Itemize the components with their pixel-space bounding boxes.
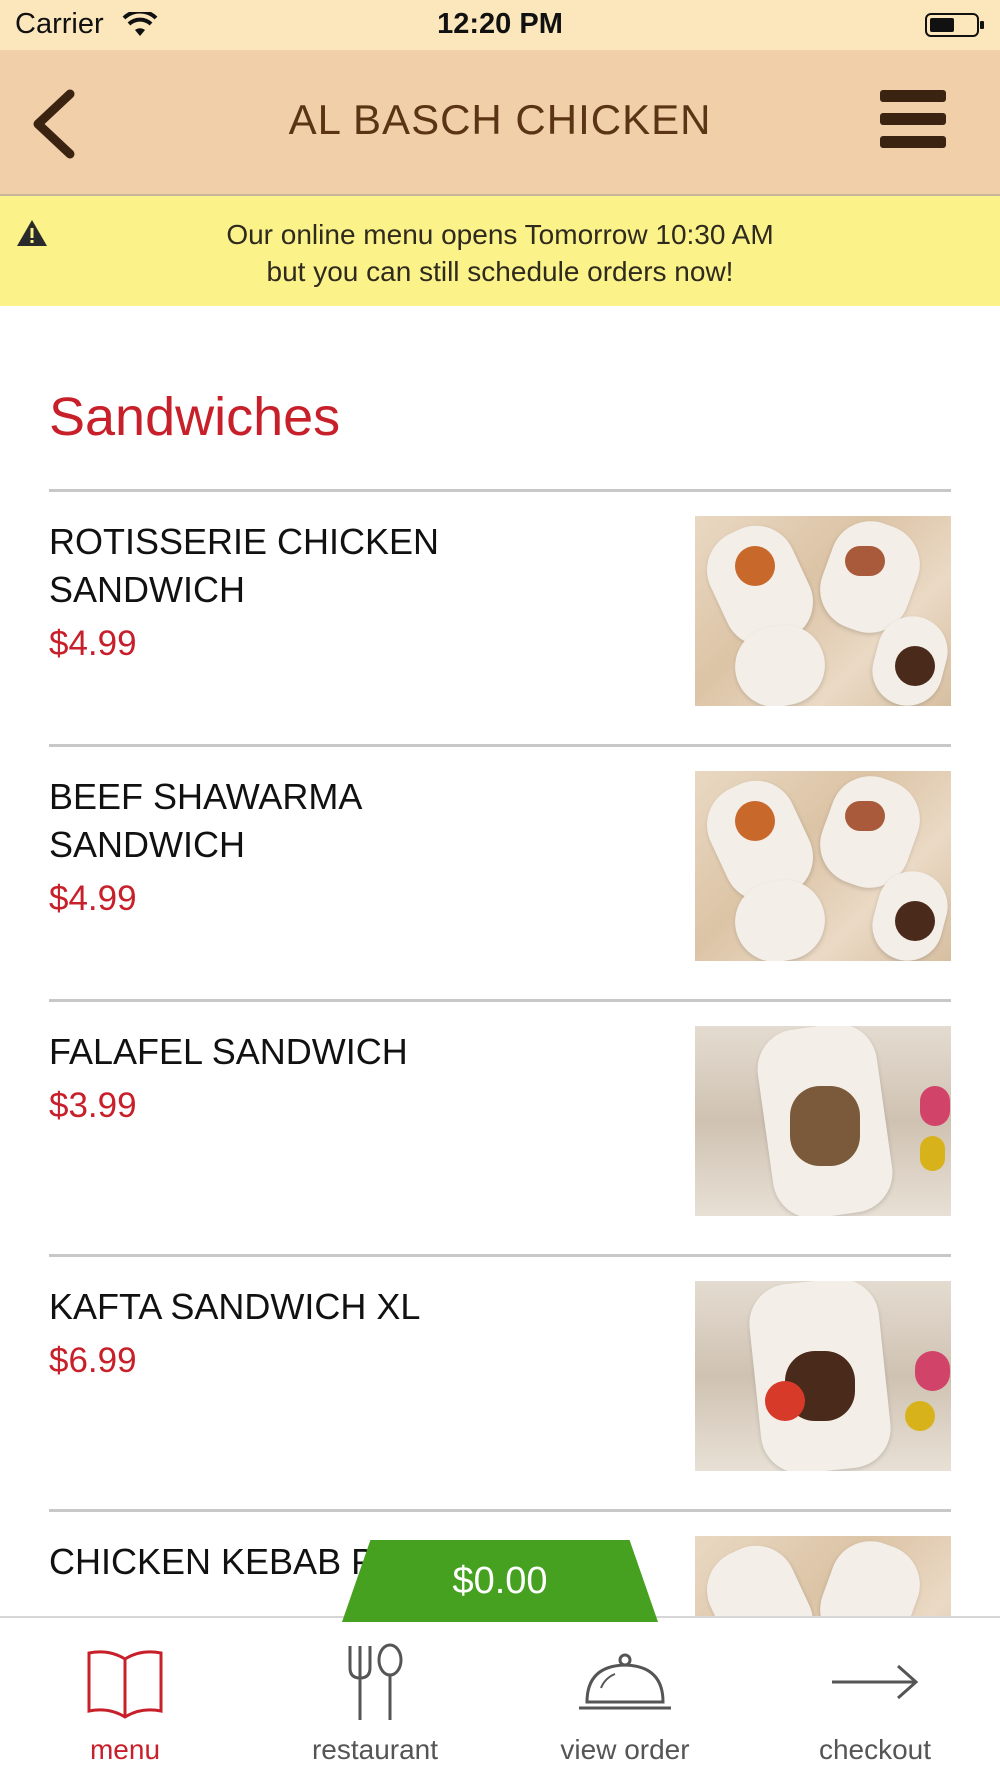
book-icon <box>0 1640 250 1724</box>
notice-line-1: Our online menu opens Tomorrow 10:30 AM <box>226 219 774 250</box>
cart-total-button[interactable]: $0.00 <box>342 1540 658 1622</box>
item-name: BEEF SHAWARMA SANDWICH $4.99 <box>49 773 529 923</box>
battery-icon <box>925 13 984 37</box>
section-title: Sandwiches <box>49 387 341 447</box>
menu-item[interactable]: KAFTA SANDWICH XL $6.99 <box>49 1254 951 1512</box>
menu-item[interactable]: ROTISSERIE CHICKEN SANDWICH $4.99 <box>49 489 951 747</box>
arrow-right-icon <box>750 1640 1000 1724</box>
menu-item[interactable]: BEEF SHAWARMA SANDWICH $4.99 <box>49 744 951 1002</box>
restaurant-title: AL BASCH CHICKEN <box>288 96 712 143</box>
fork-spoon-icon <box>250 1640 500 1724</box>
notice-text: Our online menu opens Tomorrow 10:30 AM … <box>100 216 900 290</box>
status-time: 12:20 PM <box>437 8 563 40</box>
menu-bar-icon <box>880 90 946 102</box>
menu-closed-notice: Our online menu opens Tomorrow 10:30 AM … <box>0 196 1000 306</box>
tab-menu[interactable]: menu <box>0 1618 250 1780</box>
item-photo <box>695 771 951 961</box>
navigation-bar: AL BASCH CHICKEN <box>0 50 1000 196</box>
notice-line-2: but you can still schedule orders now! <box>266 256 734 287</box>
item-name: FALAFEL SANDWICH $3.99 <box>49 1028 529 1130</box>
item-photo <box>695 1536 951 1618</box>
menu-item[interactable]: FALAFEL SANDWICH $3.99 <box>49 999 951 1257</box>
menu-content[interactable]: Sandwiches ROTISSERIE CHICKEN SANDWICH $… <box>0 306 1000 1618</box>
item-price: $4.99 <box>49 624 137 663</box>
cart-total: $0.00 <box>452 1559 548 1602</box>
tab-restaurant[interactable]: restaurant <box>250 1618 500 1780</box>
item-price: $6.99 <box>49 1341 137 1380</box>
item-price: $3.99 <box>49 1086 137 1125</box>
item-price: $4.99 <box>49 879 137 918</box>
tab-label: checkout <box>818 1734 932 1765</box>
warning-icon <box>17 220 47 246</box>
item-name: ROTISSERIE CHICKEN SANDWICH $4.99 <box>49 518 529 668</box>
item-photo <box>695 1281 951 1471</box>
hamburger-menu-button[interactable] <box>880 90 950 154</box>
menu-bar-icon <box>880 113 946 125</box>
item-name: KAFTA SANDWICH XL $6.99 <box>49 1283 529 1385</box>
bottom-tab-bar: menu restaurant view order checkout <box>0 1616 1000 1780</box>
item-photo <box>695 1026 951 1216</box>
menu-bar-icon <box>880 136 946 148</box>
item-photo <box>695 516 951 706</box>
tab-checkout[interactable]: checkout <box>750 1618 1000 1780</box>
tab-view-order[interactable]: view order <box>500 1618 750 1780</box>
tab-label: restaurant <box>311 1734 439 1765</box>
status-bar: Carrier 12:20 PM <box>0 0 1000 50</box>
cloche-icon <box>500 1640 750 1724</box>
tab-label: view order <box>560 1734 690 1765</box>
tab-label: menu <box>89 1734 161 1765</box>
